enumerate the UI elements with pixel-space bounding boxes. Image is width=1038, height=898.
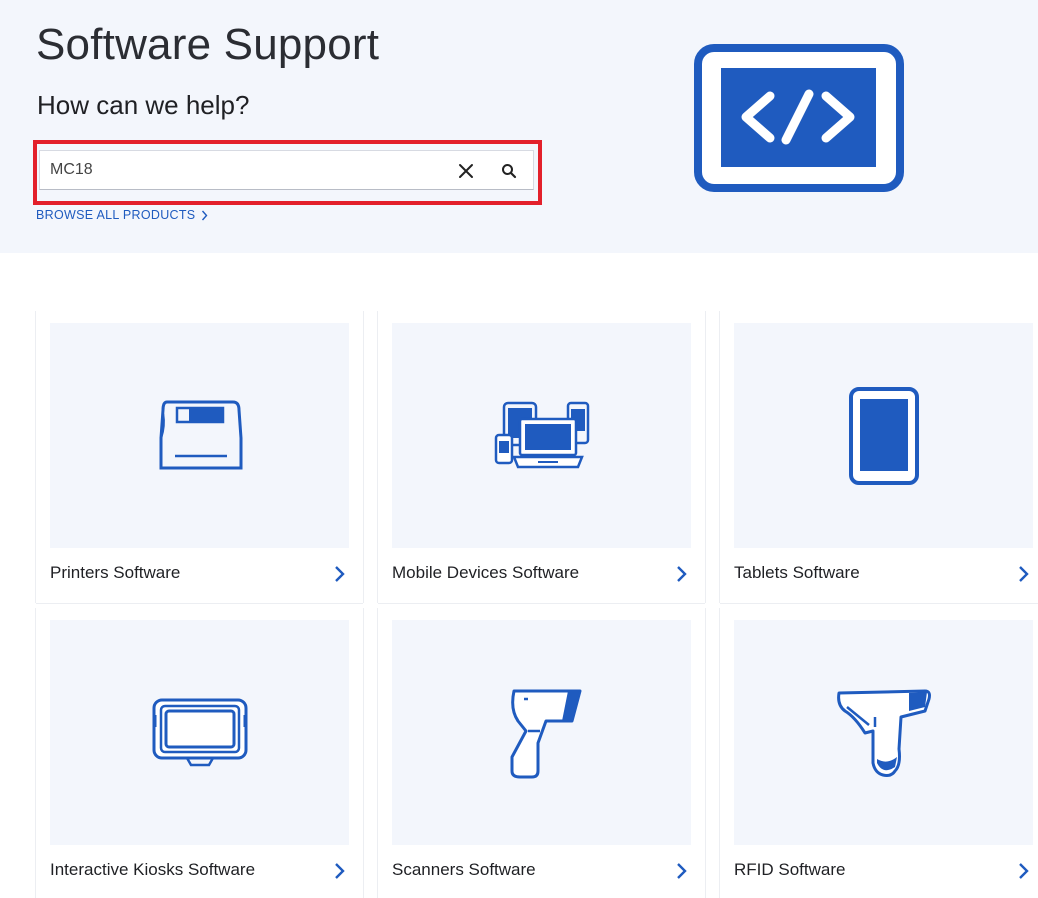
close-icon — [459, 164, 473, 178]
category-card-printers[interactable]: Printers Software — [36, 311, 363, 603]
card-image — [392, 323, 691, 548]
card-image — [392, 620, 691, 845]
category-card-interactive-kiosks[interactable]: Interactive Kiosks Software — [36, 608, 363, 898]
card-image — [50, 620, 349, 845]
card-label: Printers Software — [50, 563, 181, 582]
page-title: Software Support — [36, 20, 380, 69]
category-card-mobile-devices[interactable]: Mobile Devices Software — [378, 311, 705, 603]
code-monitor-icon — [694, 44, 904, 192]
tablet-icon — [848, 386, 919, 485]
browse-all-products-link[interactable]: BROWSE ALL PRODUCTS — [36, 208, 208, 222]
chevron-right-icon — [335, 566, 345, 582]
chevron-right-icon — [1019, 566, 1029, 582]
card-image — [734, 323, 1033, 548]
card-image — [734, 620, 1033, 845]
rfid-reader-icon — [836, 689, 931, 777]
chevron-right-icon — [677, 863, 687, 879]
kiosk-icon — [152, 698, 247, 766]
card-image — [50, 323, 349, 548]
chevron-right-icon — [335, 863, 345, 879]
page-subtitle: How can we help? — [37, 90, 250, 120]
hero-banner: Software Support How can we help? BROWSE… — [0, 0, 1038, 253]
chevron-right-icon — [1019, 863, 1029, 879]
category-card-rfid[interactable]: RFID Software — [720, 608, 1038, 898]
chevron-right-icon — [202, 210, 208, 220]
category-card-tablets[interactable]: Tablets Software — [720, 311, 1038, 603]
card-label: Tablets Software — [734, 563, 860, 582]
search-icon — [502, 164, 517, 179]
search-box — [39, 150, 534, 190]
mobile-devices-icon — [494, 401, 589, 468]
scanner-icon — [510, 689, 581, 778]
card-label: Interactive Kiosks Software — [50, 860, 256, 879]
category-card-scanners[interactable]: Scanners Software — [378, 608, 705, 898]
search-input[interactable] — [50, 151, 430, 189]
clear-search-button[interactable] — [450, 155, 482, 187]
chevron-right-icon — [677, 566, 687, 582]
browse-all-products-label: BROWSE ALL PRODUCTS — [36, 208, 196, 222]
card-label: Mobile Devices Software — [392, 563, 580, 582]
card-label: Scanners Software — [392, 860, 536, 879]
printer-icon — [159, 400, 242, 469]
card-label: RFID Software — [734, 860, 846, 879]
search-button[interactable] — [493, 155, 525, 187]
